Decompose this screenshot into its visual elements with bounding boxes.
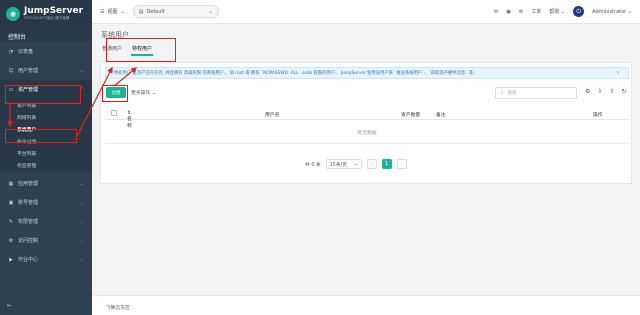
chevron-down-icon: ⌄ (353, 161, 358, 167)
username: Administrator (592, 8, 627, 15)
settings-icon[interactable]: ⚙ (519, 9, 523, 15)
chevron-down-icon: ⌄ (79, 67, 84, 74)
annotation-box-create (102, 85, 128, 102)
apps-icon: ▦ (8, 180, 14, 187)
annotation-box-asset-management (5, 85, 81, 104)
logo-name: JumpServer (24, 6, 84, 16)
users-icon: ☺ (8, 67, 14, 74)
search-icon: ⌕ (501, 91, 504, 96)
sidebar-item-label: 作业中心 (18, 257, 39, 263)
sidebar-item-label: 用户管理 (18, 68, 39, 74)
sidebar-item-access-control[interactable]: ⚙ 访问控制 ⌄ (0, 231, 92, 250)
job-center-icon: ▶ (9, 256, 13, 263)
collapse-sidebar-icon[interactable]: ⇤ (7, 302, 12, 309)
top-bar: ☰ 视图 ⌄ ▤ Default ⌄ ✉ ▣ ⚙ 工单 帮助 ⌄ ⏻ Admin… (92, 0, 640, 24)
export-icon[interactable]: ⇩ (597, 88, 602, 95)
sidebar-item-accounts[interactable]: ▣ 账号管理 ⌄ (0, 193, 92, 212)
annotation-box-privileged-tab (106, 38, 176, 62)
column-asset-count: 资产数量 (401, 113, 421, 118)
search-placeholder: 搜索 (507, 91, 517, 96)
next-page-button[interactable]: › (396, 159, 407, 169)
more-actions-label: 更多操作 (131, 91, 151, 96)
footer: 飞致云东区 (92, 295, 640, 315)
chevron-down-icon: ⌄ (79, 199, 84, 206)
pagination: 共 0 条 15条/页 ⌄ ‹ 1 › (305, 159, 407, 169)
chevron-down-icon: ⌄ (79, 218, 84, 225)
help-label: 帮助 (549, 9, 560, 15)
dashboard-icon: ◔ (8, 48, 14, 55)
chevron-down-icon: ⌄ (79, 256, 84, 263)
permission-icon: ✎ (8, 218, 14, 225)
mail-icon[interactable]: ✉ (494, 9, 498, 15)
select-all-checkbox[interactable] (111, 110, 117, 116)
jumpserver-logo-icon: ◉ (6, 7, 20, 21)
view-switcher[interactable]: ☰ 视图 ⌄ (100, 8, 125, 16)
sidebar-item-permissions[interactable]: ✎ 权限管理 ⌄ (0, 212, 92, 231)
refresh-icon[interactable]: ↻ (621, 88, 626, 95)
organization-value: Default (146, 8, 165, 15)
content-panel: 特权用户 是资产已存在的, 并且拥有 高级权限 的系统用户， 如 root 或 … (100, 62, 632, 184)
sidebar-item-label: 权限管理 (18, 219, 39, 225)
account-icon: ▣ (8, 199, 14, 206)
chevron-down-icon: ⌄ (79, 180, 84, 187)
total-count: 共 0 条 (305, 162, 321, 168)
user-menu[interactable]: Administrator ⌄ (592, 9, 632, 15)
sidebar: ◉ JumpServer FIT2CLOUD飞致云 旗下品牌 控制台 ◔ 仪表盘… (0, 0, 92, 315)
table-header: 名称 ⇕ 用户名 资产数量 备注 操作 (105, 107, 629, 129)
page-size-value: 15条/页 (329, 162, 348, 168)
sidebar-subitem-domain-list[interactable]: 网域列表 (0, 111, 92, 123)
sidebar-subitem-platform-list[interactable]: 平台列表 (0, 147, 92, 159)
organization-icon: ▤ (138, 8, 144, 15)
column-name[interactable]: 名称 ⇕ (127, 111, 132, 129)
access-control-icon: ⚙ (8, 237, 14, 244)
sidebar-item-label: 仪表盘 (18, 49, 34, 55)
empty-state: 暂无数据 (105, 121, 629, 144)
avatar[interactable]: ⏻ (573, 6, 585, 17)
sidebar-item-label: 应用管理 (18, 181, 39, 187)
chevron-down-icon: ⌄ (208, 8, 213, 15)
prev-page-button[interactable]: ‹ (366, 159, 377, 169)
grid-icon: ☰ (100, 8, 105, 15)
sidebar-item-label: 账号管理 (18, 200, 39, 206)
table-tools: ⚙ ⇩ ⇧ ↻ (585, 88, 626, 95)
settings-icon[interactable]: ⚙ (585, 88, 590, 95)
import-icon[interactable]: ⇧ (609, 88, 614, 95)
logo-subtitle: FIT2CLOUD飞致云 旗下品牌 (24, 16, 70, 20)
terminal-icon[interactable]: ▣ (506, 9, 511, 15)
sidebar-item-dashboard[interactable]: ◔ 仪表盘 (0, 42, 92, 61)
column-comment: 备注 (436, 113, 446, 118)
sidebar-subitem-label-management[interactable]: 标签管理 (0, 159, 92, 171)
annotation-box-system-users (5, 129, 77, 143)
search-input[interactable]: ⌕ 搜索 (495, 87, 577, 99)
chevron-down-icon: ⌄ (120, 8, 125, 15)
logo: ◉ JumpServer FIT2CLOUD飞致云 旗下品牌 (0, 0, 92, 28)
column-actions: 操作 (593, 113, 603, 118)
info-alert: 特权用户 是资产已存在的, 并且拥有 高级权限 的系统用户， 如 root 或 … (105, 67, 629, 79)
console-title[interactable]: 控制台 (0, 28, 92, 42)
more-actions-dropdown[interactable]: 更多操作 ⌄ (131, 89, 156, 96)
help-menu[interactable]: 帮助 ⌄ (549, 8, 565, 15)
chevron-down-icon: ⌄ (79, 237, 84, 244)
sidebar-item-applications[interactable]: ▦ 应用管理 ⌄ (0, 174, 92, 193)
sidebar-item-job-center[interactable]: ▶ 作业中心 ⌄ (0, 250, 92, 269)
page-button-current[interactable]: 1 (381, 159, 392, 169)
sidebar-item-label: 访问控制 (18, 238, 39, 244)
close-icon[interactable]: ✕ (616, 71, 620, 76)
tickets-link[interactable]: 工单 (531, 8, 541, 15)
organization-select[interactable]: ▤ Default ⌄ (132, 5, 219, 18)
view-label: 视图 (107, 9, 118, 15)
sidebar-item-users[interactable]: ☺ 用户管理 ⌄ (0, 61, 92, 80)
page-size-select[interactable]: 15条/页 ⌄ (325, 159, 362, 169)
alert-text: 特权用户 是资产已存在的, 并且拥有 高级权限 的系统用户， 如 root 或 … (114, 71, 478, 76)
column-username: 用户名 (265, 113, 280, 118)
